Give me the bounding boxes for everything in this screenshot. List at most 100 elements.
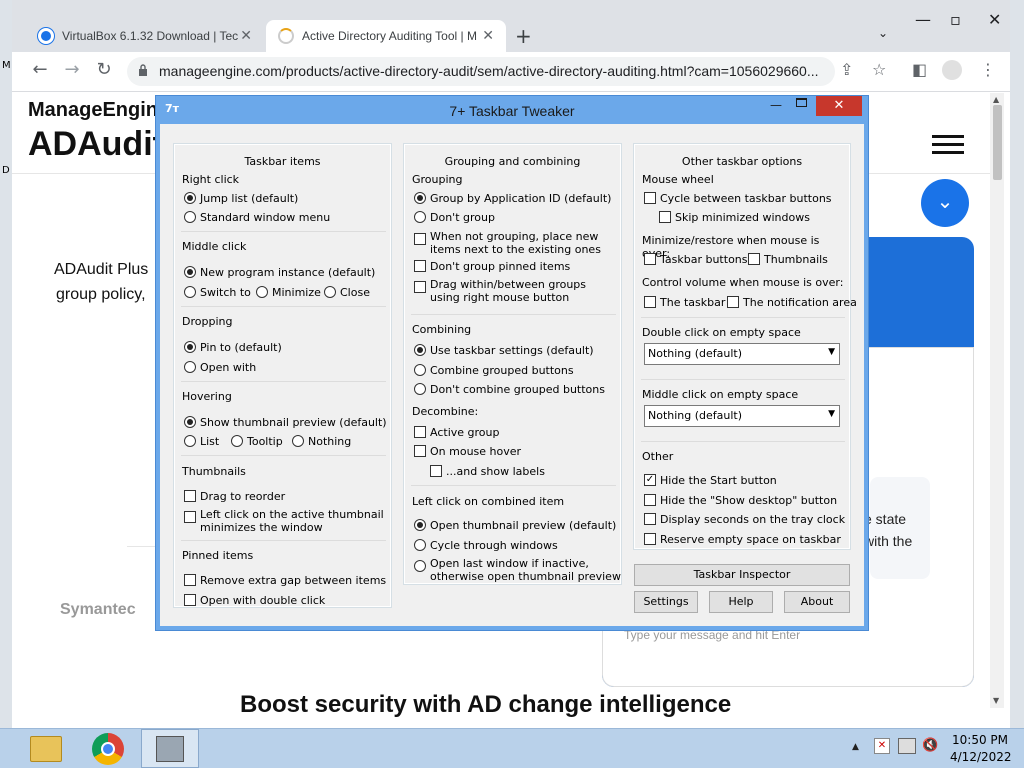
jump-list-radio[interactable]: Jump list (default) <box>184 192 298 205</box>
active-group-checkbox[interactable]: Active group <box>414 426 499 439</box>
maximize-icon[interactable] <box>796 98 807 107</box>
settings-button[interactable]: Settings <box>634 591 698 613</box>
combining-label: Combining <box>412 323 472 336</box>
tab-title: Active Directory Auditing Tool | M <box>302 29 477 43</box>
chevron-down-icon[interactable]: ⌄ <box>921 179 969 227</box>
lock-icon[interactable] <box>138 64 148 76</box>
display-seconds-checkbox[interactable]: Display seconds on the tray clock <box>644 513 845 526</box>
combine-grouped-radio[interactable]: Combine grouped buttons <box>414 364 574 377</box>
minimize-radio[interactable]: Minimize <box>256 286 321 299</box>
drag-reorder-checkbox[interactable]: Drag to reorder <box>184 490 285 503</box>
double-click-label: Double click on empty space <box>642 326 801 339</box>
on-mouse-hover-checkbox[interactable]: On mouse hover <box>414 445 521 458</box>
close-window-icon[interactable]: ✕ <box>988 10 1001 29</box>
taskbar-inspector-button[interactable]: Taskbar Inspector <box>634 564 850 586</box>
scroll-down-icon[interactable]: ▼ <box>993 696 999 705</box>
open-double-click-checkbox[interactable]: Open with double click <box>184 594 325 607</box>
cycle-windows-radio[interactable]: Cycle through windows <box>414 539 558 552</box>
show-thumbnail-radio[interactable]: Show thumbnail preview (default) <box>184 416 387 429</box>
action-center-icon[interactable]: ✕ <box>874 738 890 754</box>
open-thumbnail-radio[interactable]: Open thumbnail preview (default) <box>414 519 616 532</box>
side-panel-icon[interactable]: ◧ <box>912 60 927 79</box>
page-scrollbar[interactable] <box>990 93 1004 708</box>
pin-to-radio[interactable]: Pin to (default) <box>184 341 282 354</box>
chat-bubble <box>870 477 930 579</box>
menu-kebab-icon[interactable]: ⋮ <box>980 60 996 79</box>
profile-avatar-icon[interactable] <box>942 60 962 80</box>
decombine-label: Decombine: <box>412 405 479 418</box>
tab-virtualbox[interactable]: VirtualBox 6.1.32 Download | Tec ✕ <box>26 20 264 52</box>
tooltip-radio[interactable]: Tooltip <box>231 435 283 448</box>
use-taskbar-settings-radio[interactable]: Use taskbar settings (default) <box>414 344 594 357</box>
remove-gap-checkbox[interactable]: Remove extra gap between items <box>184 574 386 587</box>
left-click-thumbnail-checkbox[interactable]: Left click on the active thumbnail minimi… <box>184 508 384 534</box>
close-icon[interactable]: ✕ <box>482 28 494 44</box>
taskbar-buttons-checkbox[interactable]: Taskbar buttons <box>644 253 748 266</box>
hovering-label: Hovering <box>182 390 232 403</box>
close-icon[interactable]: ✕ <box>240 28 252 44</box>
new-instance-radio[interactable]: New program instance (default) <box>184 266 375 279</box>
mouse-wheel-label: Mouse wheel <box>642 173 714 186</box>
minimize-icon[interactable]: — <box>770 98 782 112</box>
maximize-icon[interactable]: ▫ <box>950 10 961 29</box>
the-taskbar-checkbox[interactable]: The taskbar <box>644 296 725 309</box>
reserve-space-checkbox[interactable]: Reserve empty space on taskbar <box>644 533 841 546</box>
double-click-dropdown[interactable]: Nothing (default) ▼ <box>644 343 840 365</box>
dont-combine-radio[interactable]: Don't combine grouped buttons <box>414 383 605 396</box>
clock-time[interactable]: 10:50 PM <box>950 733 1010 747</box>
product-title: ADAudit <box>28 125 164 163</box>
cycle-buttons-checkbox[interactable]: Cycle between taskbar buttons <box>644 192 832 205</box>
forward-arrow-icon[interactable]: → <box>60 59 84 80</box>
thumbnails-checkbox[interactable]: Thumbnails <box>748 253 828 266</box>
switch-to-radio[interactable]: Switch to <box>184 286 251 299</box>
dont-group-radio[interactable]: Don't group <box>414 211 495 224</box>
notification-area-checkbox[interactable]: The notification area <box>727 296 857 309</box>
nothing-radio[interactable]: Nothing <box>292 435 351 448</box>
hide-start-checkbox[interactable]: ✓ Hide the Start button <box>644 474 777 487</box>
middle-click-dropdown[interactable]: Nothing (default) ▼ <box>644 405 840 427</box>
headline: Boost security with AD change intelligen… <box>240 691 732 718</box>
taskbar-tweaker-taskbar-button[interactable] <box>141 729 199 768</box>
show-labels-checkbox[interactable]: ...and show labels <box>430 465 545 478</box>
open-with-radio[interactable]: Open with <box>184 361 256 374</box>
group-by-id-radio[interactable]: Group by Application ID (default) <box>414 192 611 205</box>
share-icon[interactable]: ⇪ <box>840 60 853 79</box>
skip-minimized-checkbox[interactable]: Skip minimized windows <box>659 211 810 224</box>
list-radio[interactable]: List <box>184 435 219 448</box>
clock-date[interactable]: 4/12/2022 <box>950 750 1012 764</box>
network-icon[interactable] <box>898 738 916 754</box>
scrollbar-thumb[interactable] <box>993 105 1002 180</box>
not-grouping-checkbox[interactable]: When not grouping, place new items next t… <box>414 230 601 256</box>
minimize-icon[interactable]: — <box>915 10 931 29</box>
dont-group-pinned-checkbox[interactable]: Don't group pinned items <box>414 260 570 273</box>
grouping-label: Grouping <box>412 173 463 186</box>
open-last-radio[interactable]: Open last window if inactive, otherwise o… <box>414 557 621 583</box>
help-button[interactable]: Help <box>709 591 773 613</box>
close-button[interactable]: ✕ <box>816 96 862 116</box>
close-radio[interactable]: Close <box>324 286 370 299</box>
back-arrow-icon[interactable]: ← <box>28 59 52 80</box>
address-bar[interactable]: manageengine.com/products/active-directo… <box>127 57 835 86</box>
show-hidden-icons-icon[interactable]: ▲ <box>852 742 859 752</box>
new-tab-button[interactable]: + <box>515 24 532 48</box>
pinned-items-label: Pinned items <box>182 549 254 562</box>
thumbnails-label: Thumbnails <box>182 465 246 478</box>
file-explorer-icon[interactable] <box>30 736 62 762</box>
volume-muted-icon[interactable]: 🔇 <box>922 738 938 753</box>
tab-active-directory[interactable]: Active Directory Auditing Tool | M ✕ <box>266 20 506 52</box>
standard-menu-radio[interactable]: Standard window menu <box>184 211 330 224</box>
hide-show-desktop-checkbox[interactable]: Hide the "Show desktop" button <box>644 494 837 507</box>
star-icon[interactable]: ☆ <box>872 60 886 79</box>
reload-icon[interactable]: ↻ <box>92 59 116 80</box>
dropping-label: Dropping <box>182 315 233 328</box>
tab-title: VirtualBox 6.1.32 Download | Tec <box>62 29 238 43</box>
scroll-up-icon[interactable]: ▲ <box>993 95 999 104</box>
hamburger-menu-icon[interactable] <box>932 135 964 138</box>
drag-within-checkbox[interactable]: Drag within/between groups using right mo… <box>414 278 586 304</box>
chrome-icon[interactable] <box>92 733 124 765</box>
window-title: 7+ Taskbar Tweaker <box>449 103 575 119</box>
about-button[interactable]: About <box>784 591 850 613</box>
brand-logo[interactable]: ManageEngine <box>28 99 169 122</box>
grouping-combining-group: Grouping and combining Grouping Group by… <box>403 143 622 585</box>
tab-search-icon[interactable]: ⌄ <box>878 26 888 40</box>
